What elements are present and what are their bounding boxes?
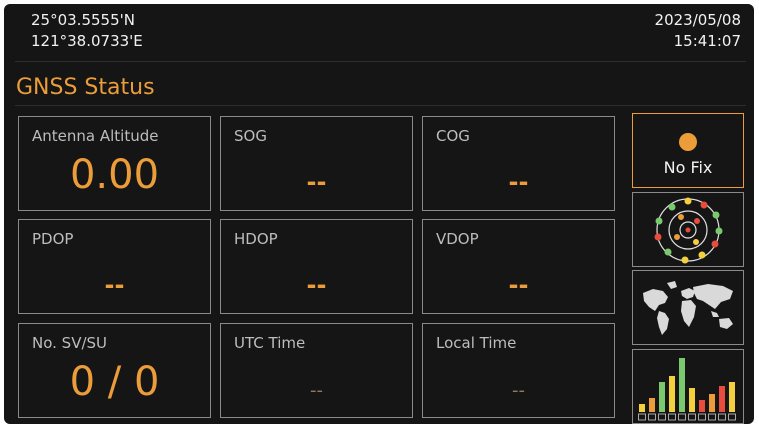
tile-antenna-altitude[interactable]: Antenna Altitude 0.00 [18, 116, 211, 211]
date-text: 2023/05/08 [654, 11, 741, 29]
position-readout: 25°03.5555'N 121°38.0733'E [31, 10, 143, 52]
tile-value: -- [310, 380, 323, 401]
tile-label: Local Time [436, 334, 517, 352]
tile-sv-su[interactable]: No. SV/SU 0 / 0 [18, 323, 211, 418]
fix-status-button[interactable]: No Fix [632, 113, 744, 188]
tile-label: COG [436, 127, 470, 145]
tile-label: UTC Time [234, 334, 306, 352]
tile-sog[interactable]: SOG -- [220, 116, 413, 211]
datetime-readout: 2023/05/08 15:41:07 [655, 10, 741, 52]
tile-utc-time[interactable]: UTC Time -- [220, 323, 413, 418]
tile-vdop[interactable]: VDOP -- [422, 219, 615, 314]
tile-value: -- [104, 271, 125, 299]
tile-value: -- [508, 271, 529, 299]
signal-strength-button[interactable] [632, 349, 744, 424]
tile-label: SOG [234, 127, 267, 145]
fix-status-label: No Fix [663, 158, 713, 177]
tile-hdop[interactable]: HDOP -- [220, 219, 413, 314]
gnss-status-screen: 25°03.5555'N 121°38.0733'E 2023/05/08 15… [4, 4, 754, 424]
tile-label: VDOP [436, 230, 479, 248]
world-map-button[interactable] [632, 270, 744, 345]
satellite-skyplot-icon [654, 197, 723, 264]
tile-local-time[interactable]: Local Time -- [422, 323, 615, 418]
tile-value: -- [508, 168, 529, 196]
latitude-text: 25°03.5555'N [31, 11, 135, 29]
page-title: GNSS Status [16, 75, 155, 100]
header-divider [15, 61, 746, 62]
tile-cog[interactable]: COG -- [422, 116, 615, 211]
skyplot-button[interactable] [632, 192, 744, 267]
world-map-icon [643, 281, 733, 335]
tile-pdop[interactable]: PDOP -- [18, 219, 211, 314]
time-text: 15:41:07 [673, 32, 741, 50]
tile-value: -- [306, 271, 327, 299]
signal-strength-bars-icon [638, 358, 736, 421]
tile-label: PDOP [32, 230, 74, 248]
tile-value: 0 / 0 [69, 359, 160, 405]
fix-status-dot-icon [679, 133, 697, 151]
longitude-text: 121°38.0733'E [31, 32, 143, 50]
tile-value: 0.00 [69, 152, 160, 198]
tile-label: Antenna Altitude [32, 127, 159, 145]
tile-label: No. SV/SU [32, 334, 108, 352]
tile-value: -- [512, 380, 525, 401]
tile-label: HDOP [234, 230, 278, 248]
title-divider [15, 105, 746, 106]
tile-value: -- [306, 168, 327, 196]
